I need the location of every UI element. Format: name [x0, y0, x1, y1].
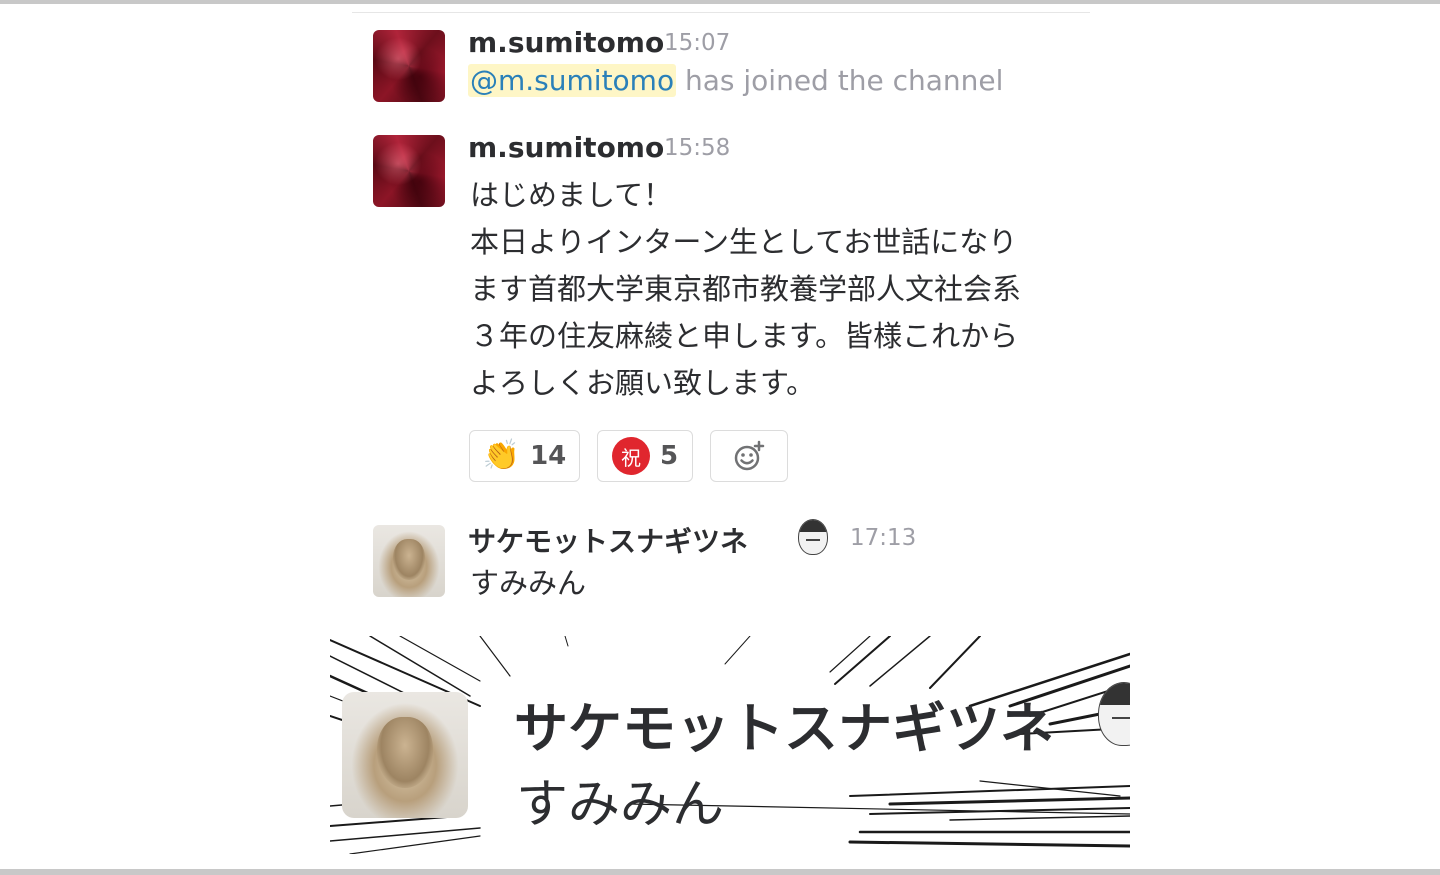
user-mention[interactable]: @m.sumitomo [468, 64, 677, 97]
reaction-count: 5 [659, 441, 679, 471]
reaction-clap[interactable]: 👏 14 [469, 430, 580, 482]
top-border [0, 0, 1440, 4]
avatar [342, 692, 468, 818]
add-reaction-button[interactable] [710, 430, 788, 482]
join-notice: @m.sumitomo has joined the channel [468, 64, 1003, 97]
avatar[interactable] [373, 525, 445, 597]
add-reaction-icon [734, 440, 765, 471]
avatar[interactable] [373, 135, 445, 207]
sender-name[interactable]: サケモットスナギツネ [468, 520, 748, 560]
reaction-count: 14 [530, 441, 567, 471]
message-text: はじめまして！ 本日よりインターン生としてお世話になり ます首都大学東京都市教養… [470, 178, 1022, 400]
message-timestamp[interactable]: 17:13 [850, 525, 916, 551]
message-timestamp[interactable]: 15:58 [664, 135, 730, 161]
message-text: すみみん [470, 566, 587, 600]
message-timestamp[interactable]: 15:07 [664, 30, 730, 56]
zoomed-message-text: すみみん [516, 775, 725, 835]
congratulations-icon: 祝 [611, 437, 650, 475]
avatar[interactable] [373, 30, 445, 102]
zoom-panel: サケモットスナギツネ すみみん [330, 636, 1130, 854]
bottom-border [0, 869, 1440, 875]
reaction-congratulations[interactable]: 祝 5 [597, 430, 693, 482]
status-face-icon [798, 519, 828, 555]
clapping-hands-icon: 👏 [482, 438, 521, 473]
sender-name[interactable]: m.sumitomo [468, 26, 664, 59]
message-divider [352, 12, 1090, 13]
join-text: has joined the channel [676, 64, 1004, 97]
sender-name[interactable]: m.sumitomo [468, 131, 664, 164]
zoomed-sender-name: サケモットスナギツネ [514, 697, 1054, 760]
